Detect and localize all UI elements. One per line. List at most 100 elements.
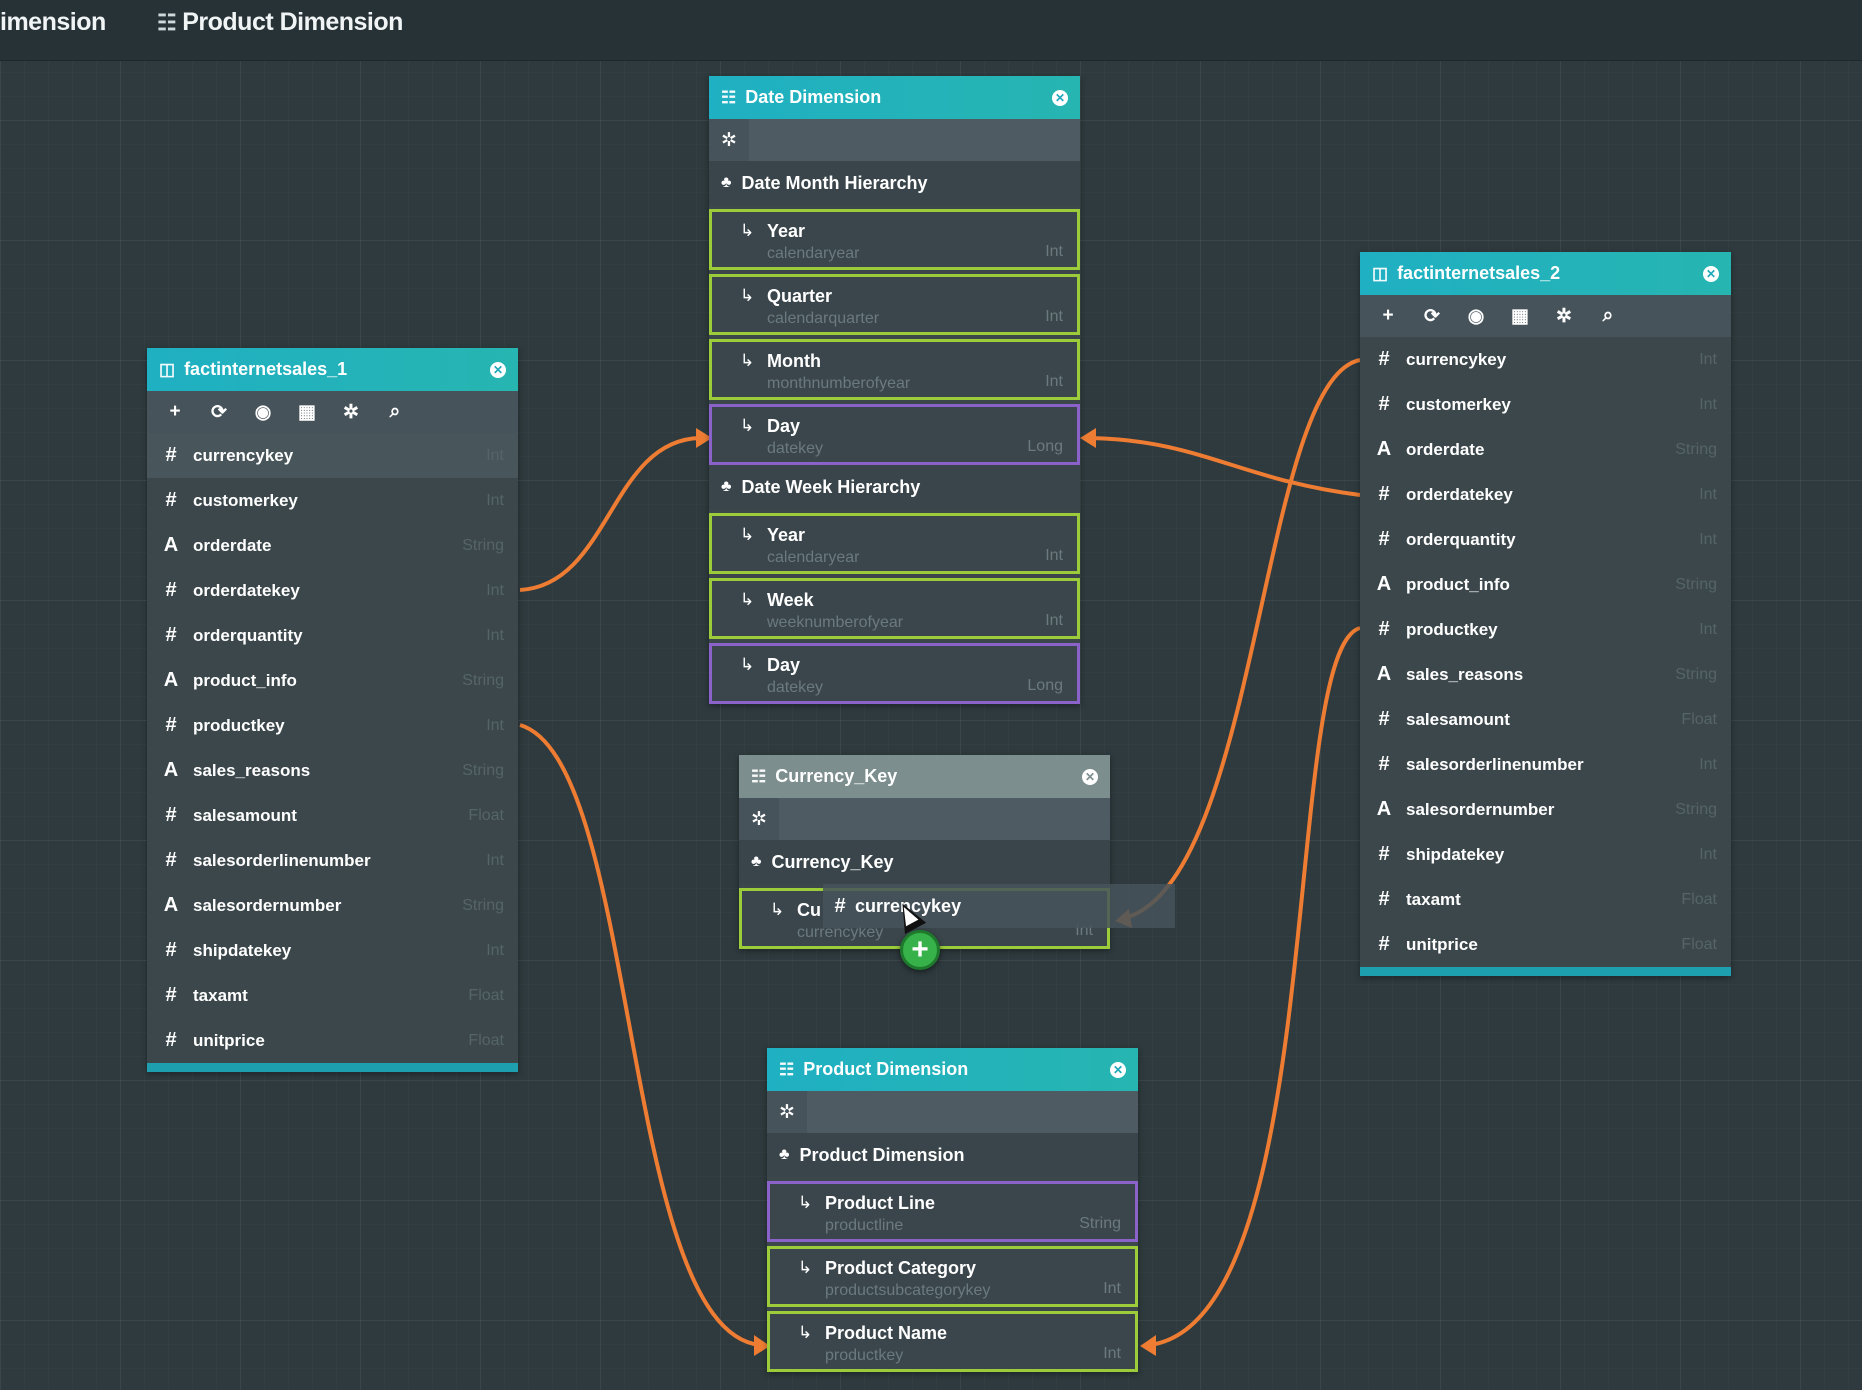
arrowhead-date-day-right — [1080, 428, 1096, 448]
product-dimension-panel: ☷ Product Dimension ✕ ✲ ♣ Product Dimens… — [767, 1048, 1138, 1372]
field-row[interactable]: # orderquantity Int — [147, 613, 518, 658]
link-fact2-productkey-to-product-name[interactable] — [1149, 626, 1361, 1347]
search-icon[interactable]: ⌕ — [1586, 305, 1630, 327]
field-row[interactable]: # salesamount Float — [1360, 697, 1731, 742]
field-row[interactable]: Asales_reasons String — [147, 748, 518, 793]
refresh-icon[interactable]: ⟳ — [1410, 305, 1454, 328]
string-icon: A — [1376, 798, 1392, 820]
level-name: Quarter — [767, 286, 833, 306]
add-icon[interactable]: + — [153, 401, 197, 423]
field-name: currencykey — [193, 445, 294, 465]
field-row[interactable]: # taxamt Float — [147, 973, 518, 1018]
field-row[interactable]: Asalesordernumber String — [147, 883, 518, 928]
field-row[interactable]: Aorderdate String — [147, 523, 518, 568]
field-type: Int — [1699, 350, 1717, 368]
field-row[interactable]: # currencykey Int — [147, 433, 518, 478]
tab-date-dimension[interactable]: imension — [0, 8, 106, 37]
panel-toolbar: + ⟳ ◉ ▦ ✲ ⌕ — [147, 391, 518, 433]
list-icon: ☷ — [779, 1059, 795, 1079]
link-fact2-currencykey-to-currency-key[interactable] — [1124, 358, 1361, 920]
close-icon[interactable]: ✕ — [1052, 89, 1068, 106]
field-row[interactable]: # unitprice Float — [1360, 922, 1731, 967]
field-row[interactable]: # customerkey Int — [1360, 382, 1731, 427]
field-type: Float — [1681, 890, 1717, 908]
field-name: unitprice — [1406, 934, 1478, 954]
numeric-icon: # — [1378, 483, 1390, 505]
field-row[interactable]: # productkey Int — [147, 703, 518, 748]
link-fact1-productkey-to-product-name[interactable] — [519, 723, 761, 1347]
field-row[interactable]: Aproduct_info String — [1360, 562, 1731, 607]
level-year[interactable]: ↳ Year calendaryear Int — [709, 209, 1080, 270]
field-row[interactable]: # orderdatekey Int — [1360, 472, 1731, 517]
level-quarter[interactable]: ↳ Quarter calendarquarter Int — [709, 274, 1080, 335]
field-row[interactable]: # salesamount Float — [147, 793, 518, 838]
panel-header[interactable]: ◫ factinternetsales_1 ✕ — [147, 348, 518, 391]
level-product-line[interactable]: ↳ Product Line productline String — [767, 1181, 1138, 1242]
level-name: Week — [767, 590, 814, 610]
field-name: sales_reasons — [193, 760, 311, 780]
tab-product-dimension[interactable]: ☷ Product Dimension — [157, 8, 403, 37]
panel-header[interactable]: ☷ Product Dimension ✕ — [767, 1048, 1138, 1091]
field-name: orderdate — [193, 535, 272, 555]
refresh-icon[interactable]: ⟳ — [197, 401, 241, 424]
level-week[interactable]: ↳ Week weeknumberofyear Int — [709, 578, 1080, 639]
field-row[interactable]: # shipdatekey Int — [1360, 832, 1731, 877]
hierarchy-header[interactable]: ♣ Product Dimension — [767, 1133, 1138, 1177]
link-fact2-orderdatekey-to-date-day[interactable] — [1089, 436, 1361, 497]
level-month[interactable]: ↳ Month monthnumberofyear Int — [709, 339, 1080, 400]
field-row[interactable]: # unitprice Float — [147, 1018, 518, 1063]
level-day[interactable]: ↳ Day datekey Long — [709, 643, 1080, 704]
drag-ghost-field[interactable]: # currencykey — [823, 884, 1175, 928]
factinternetsales-1-panel: ◫ factinternetsales_1 ✕ + ⟳ ◉ ▦ ✲ ⌕ # cur… — [147, 348, 518, 1072]
close-icon[interactable]: ✕ — [1082, 768, 1098, 785]
field-row[interactable]: # orderdatekey Int — [147, 568, 518, 613]
field-row[interactable]: # taxamt Float — [1360, 877, 1731, 922]
panel-header[interactable]: ☷ Date Dimension ✕ — [709, 76, 1080, 119]
field-row[interactable]: Aproduct_info String — [147, 658, 518, 703]
numeric-icon: # — [165, 624, 177, 646]
field-row[interactable]: Asales_reasons String — [1360, 652, 1731, 697]
tab-label: imension — [0, 8, 106, 36]
level-product-name[interactable]: ↳ Product Name productkey Int — [767, 1311, 1138, 1372]
close-icon[interactable]: ✕ — [1703, 265, 1719, 282]
level-name: Product Line — [825, 1193, 936, 1213]
level-column: productline — [825, 1217, 904, 1234]
level-name: Month — [767, 351, 821, 371]
eye-icon[interactable]: ◉ — [1454, 305, 1498, 328]
close-icon[interactable]: ✕ — [490, 361, 506, 378]
gear-icon[interactable]: ✲ — [1542, 305, 1586, 328]
field-row[interactable]: # salesorderlinenumber Int — [1360, 742, 1731, 787]
gear-icon[interactable]: ✲ — [751, 808, 767, 831]
numeric-icon: # — [165, 489, 177, 511]
grid-icon[interactable]: ▦ — [1498, 305, 1542, 328]
hierarchy-header[interactable]: ♣ Date Week Hierarchy — [709, 465, 1080, 509]
close-icon[interactable]: ✕ — [1110, 1061, 1126, 1078]
child-arrow-icon: ↳ — [740, 655, 755, 674]
eye-icon[interactable]: ◉ — [241, 401, 285, 424]
field-row[interactable]: # customerkey Int — [147, 478, 518, 523]
gear-icon[interactable]: ✲ — [779, 1101, 795, 1124]
panel-header[interactable]: ◫ factinternetsales_2 ✕ — [1360, 252, 1731, 295]
hierarchy-header[interactable]: ♣ Currency_Key — [739, 840, 1110, 884]
field-row[interactable]: # currencykey Int — [1360, 337, 1731, 382]
gear-icon[interactable]: ✲ — [721, 129, 737, 152]
grid-icon[interactable]: ▦ — [285, 401, 329, 424]
link-fact1-orderdatekey-to-date-day[interactable] — [519, 436, 701, 592]
search-icon[interactable]: ⌕ — [373, 401, 417, 423]
panel-header[interactable]: ☷ Currency_Key ✕ — [739, 755, 1110, 798]
field-row[interactable]: # salesorderlinenumber Int — [147, 838, 518, 883]
hierarchy-header[interactable]: ♣ Date Month Hierarchy — [709, 161, 1080, 205]
field-row[interactable]: # shipdatekey Int — [147, 928, 518, 973]
field-row[interactable]: Asalesordernumber String — [1360, 787, 1731, 832]
gear-icon[interactable]: ✲ — [329, 401, 373, 424]
add-icon[interactable]: + — [1366, 305, 1410, 327]
field-row[interactable]: # productkey Int — [1360, 607, 1731, 652]
level-product-category[interactable]: ↳ Product Category productsubcategorykey… — [767, 1246, 1138, 1307]
level-day[interactable]: ↳ Day datekey Long — [709, 404, 1080, 465]
field-type: String — [1675, 800, 1717, 818]
level-type: Long — [1027, 438, 1063, 455]
field-row[interactable]: Aorderdate String — [1360, 427, 1731, 472]
level-year[interactable]: ↳ Year calendaryear Int — [709, 513, 1080, 574]
string-icon: A — [1376, 663, 1392, 685]
field-row[interactable]: # orderquantity Int — [1360, 517, 1731, 562]
